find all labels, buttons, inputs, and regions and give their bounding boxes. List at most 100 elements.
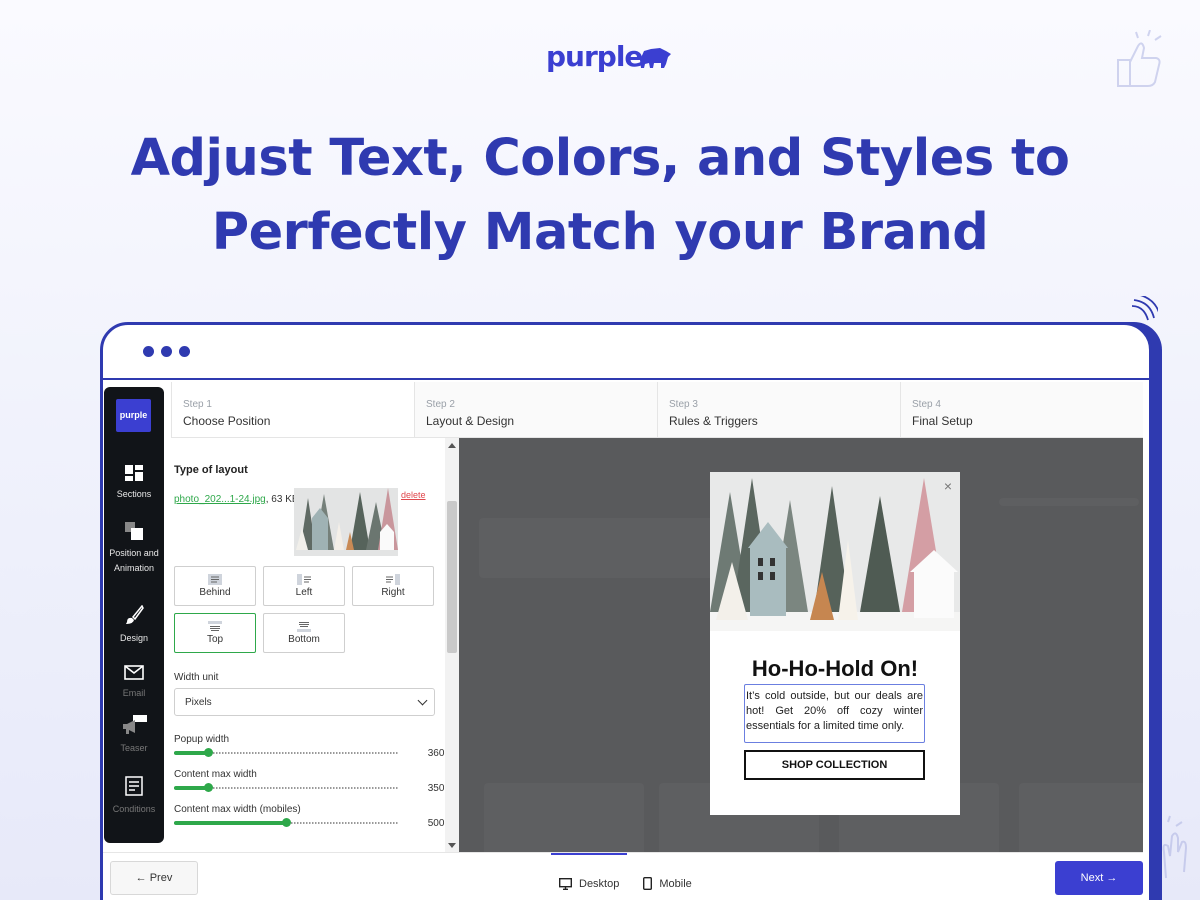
layout-option-top[interactable]: Top (174, 613, 256, 653)
position-icon (125, 522, 143, 540)
step-rules-triggers[interactable]: Step 3 Rules & Triggers (657, 382, 900, 437)
sidebar-item-email[interactable]: Email (104, 665, 164, 701)
background-page-block (999, 498, 1139, 506)
sidebar-logo[interactable]: purple (116, 399, 151, 432)
mobile-icon (643, 877, 653, 890)
brand-logo: purple (546, 40, 672, 73)
device-tabs: Desktop Mobile (551, 853, 700, 897)
scroll-up-arrow-icon[interactable] (448, 443, 456, 448)
slider-handle[interactable] (203, 783, 213, 792)
bear-icon (640, 47, 672, 68)
chevron-down-icon (417, 695, 428, 706)
width-unit-select[interactable]: Pixels (174, 688, 435, 716)
popup-editor-app: purple Sections Position and Animation D… (103, 382, 1143, 900)
shop-collection-button[interactable]: SHOP COLLECTION (744, 750, 925, 780)
file-name-link[interactable]: photo_202...1-24.jpg (174, 494, 266, 505)
slider-handle[interactable] (282, 818, 291, 827)
background-page-block (1019, 783, 1143, 852)
logo-text: purple (546, 40, 643, 73)
layout-behind-icon (208, 574, 222, 585)
slider-label: Popup width (174, 734, 230, 745)
page-headline: Adjust Text, Colors, and Styles to Perfe… (0, 122, 1200, 270)
slider-label: Content max width (mobiles) (174, 804, 301, 815)
sidebar-item-label: Design (119, 633, 148, 643)
sidebar-item-label: Sections (116, 489, 152, 499)
next-button[interactable]: Next → (1055, 861, 1143, 895)
window-dot (161, 346, 172, 357)
step-title: Layout & Design (426, 414, 515, 428)
scroll-down-arrow-icon[interactable] (448, 843, 456, 848)
step-title: Final Setup (912, 414, 973, 428)
editor-bottom-bar: ← Prev Desktop Mobile Next → (103, 852, 1143, 900)
brush-icon (126, 605, 144, 624)
uploaded-file-info: photo_202...1-24.jpg, 63 KB (174, 494, 299, 505)
layout-right-icon (386, 574, 400, 585)
popup-title[interactable]: Ho-Ho-Hold On! (710, 656, 960, 682)
close-icon[interactable]: × (944, 479, 952, 493)
content-max-width-slider[interactable] (174, 783, 398, 793)
sidebar-item-label: Position and Animation (109, 548, 159, 573)
layout-option-label: Right (381, 587, 405, 598)
delete-image-link[interactable]: delete (401, 490, 426, 500)
step-layout-design[interactable]: Step 2 Layout & Design (414, 382, 657, 437)
headline-line-1: Adjust Text, Colors, and Styles to (130, 129, 1070, 188)
sidebar-item-design[interactable]: Design (104, 605, 164, 646)
tab-mobile[interactable]: Mobile (635, 853, 699, 897)
sidebar-item-conditions[interactable]: Conditions (104, 776, 164, 817)
megaphone-icon (123, 715, 147, 734)
layout-option-label: Bottom (288, 634, 320, 645)
sections-icon (125, 465, 143, 481)
window-dots (143, 346, 190, 357)
tab-label: Mobile (659, 877, 692, 890)
prev-button[interactable]: ← Prev (110, 861, 198, 895)
popup-preview: × Ho-Ho-Hold On! It’s cold outside, but … (710, 472, 960, 815)
popup-width-slider[interactable] (174, 748, 398, 758)
sidebar-item-teaser[interactable]: Teaser (104, 715, 164, 756)
layout-option-right[interactable]: Right (352, 566, 434, 606)
scrollbar-thumb[interactable] (447, 501, 457, 653)
layout-left-icon (297, 574, 311, 585)
window-dot (179, 346, 190, 357)
wizard-steps: Step 1 Choose Position Step 2 Layout & D… (171, 382, 1143, 438)
sidebar-item-label: Email (122, 688, 146, 698)
background-page-block (484, 783, 644, 852)
width-unit-value: Pixels (185, 697, 212, 708)
sidebar-item-label: Conditions (112, 804, 156, 814)
layout-option-label: Top (206, 634, 224, 645)
tab-desktop[interactable]: Desktop (551, 853, 628, 897)
popup-preview-canvas: × Ho-Ho-Hold On! It’s cold outside, but … (459, 438, 1143, 852)
window-dot (143, 346, 154, 357)
editor-sidebar: purple Sections Position and Animation D… (104, 387, 164, 843)
step-title: Rules & Triggers (669, 414, 758, 428)
sidebar-item-sections[interactable]: Sections (104, 465, 164, 502)
layout-option-label: Left (295, 587, 313, 598)
conditions-icon (125, 776, 143, 796)
step-choose-position[interactable]: Step 1 Choose Position (171, 382, 414, 437)
browser-title-bar (103, 325, 1149, 380)
browser-window: purple Sections Position and Animation D… (100, 322, 1152, 900)
headline-line-2: Perfectly Match your Brand (211, 203, 989, 262)
slider-handle[interactable] (203, 748, 213, 757)
panel-scrollbar[interactable] (445, 438, 459, 852)
layout-option-bottom[interactable]: Bottom (263, 613, 345, 653)
layout-option-left[interactable]: Left (263, 566, 345, 606)
layout-option-label: Behind (199, 587, 231, 598)
background-page-block (479, 518, 719, 578)
content-max-width-mobiles-slider[interactable] (174, 818, 398, 828)
layout-option-behind[interactable]: Behind (174, 566, 256, 606)
type-of-layout-heading: Type of layout (174, 464, 248, 476)
layout-top-icon (208, 621, 222, 631)
tab-label: Desktop (579, 877, 620, 890)
step-title: Choose Position (183, 414, 271, 428)
popup-image (710, 472, 960, 631)
step-number: Step 4 (912, 399, 941, 410)
uploaded-image-thumbnail (294, 488, 398, 556)
hand-decoration-icon (1162, 815, 1188, 879)
step-final-setup[interactable]: Step 4 Final Setup (900, 382, 1143, 437)
layout-bottom-icon (297, 622, 311, 632)
sidebar-item-position[interactable]: Position and Animation (104, 522, 164, 576)
thumbs-up-decoration-icon (1117, 30, 1162, 87)
slider-label: Content max width (174, 769, 257, 780)
layout-settings-panel: Type of layout photo_202...1-24.jpg, 63 … (171, 438, 458, 852)
popup-body-text[interactable]: It’s cold outside, but our deals are hot… (744, 684, 925, 743)
